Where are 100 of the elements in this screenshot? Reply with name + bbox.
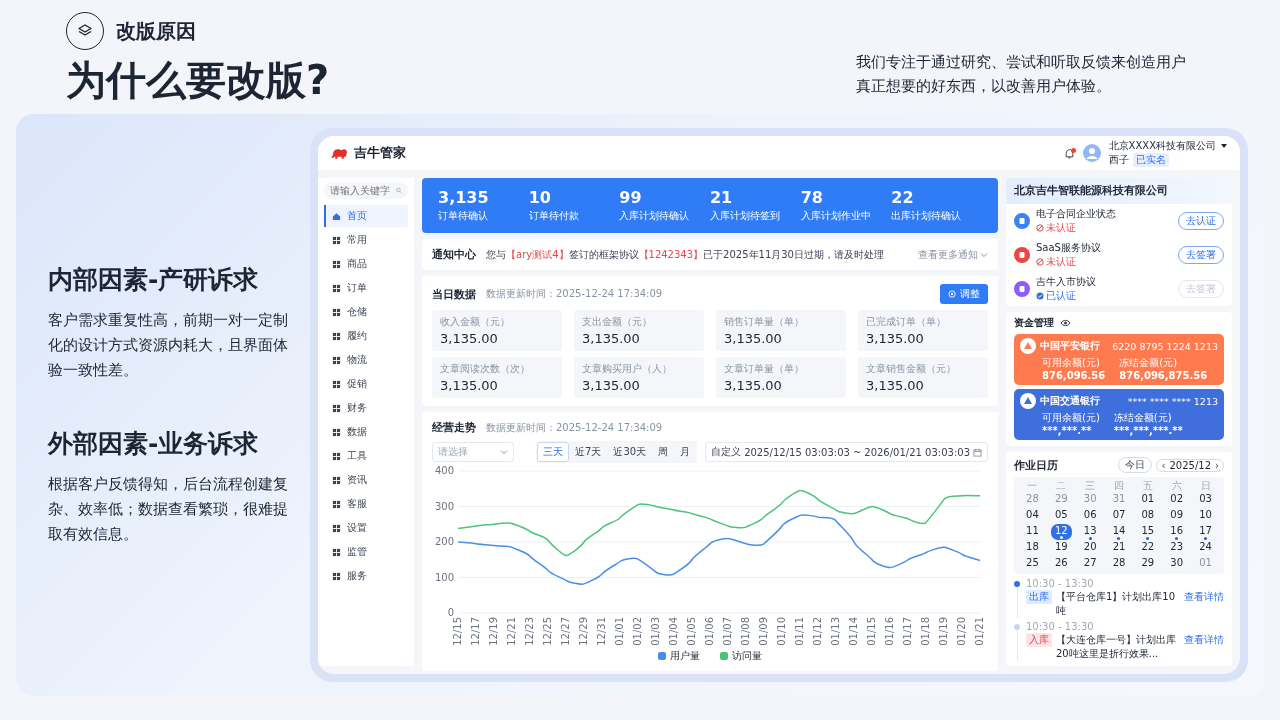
calendar-day[interactable]: 08 [1137, 508, 1159, 524]
calendar-day[interactable]: 06 [1079, 508, 1101, 524]
today-button[interactable]: 今日 [1118, 457, 1153, 473]
prev-button[interactable]: ‹ [1161, 459, 1166, 471]
sidebar-item[interactable]: 客服 [324, 493, 408, 515]
calendar-day[interactable]: 23 [1166, 540, 1188, 556]
calendar-day[interactable]: 09 [1166, 508, 1188, 524]
calendar-day[interactable]: 28 [1108, 556, 1130, 572]
metric-value: 3,135.00 [440, 378, 499, 393]
grid-icon [332, 307, 341, 317]
adjust-button[interactable]: 调整 [940, 284, 988, 304]
calendar-day[interactable]: 14 [1108, 524, 1130, 540]
panel-title: 作业日历 [1014, 457, 1058, 473]
sidebar-item[interactable]: 促销 [324, 373, 408, 395]
calendar-day[interactable]: 16 [1166, 524, 1188, 540]
reason-text: 客户需求重复性高，前期一对一定制化的设计方式资源内耗大，且界面体验一致性差。 [48, 311, 289, 380]
range-tab[interactable]: 月 [674, 442, 697, 462]
axis-tick-label: 01/21 [974, 617, 985, 646]
sidebar-item[interactable]: 工具 [324, 445, 408, 467]
stat-value: 10 [528, 188, 552, 207]
sidebar-item[interactable]: 仓储 [324, 301, 408, 323]
calendar-day[interactable]: 25 [1022, 556, 1043, 572]
calendar-day[interactable]: 24 [1195, 540, 1216, 556]
sidebar-item[interactable]: 数据 [324, 421, 408, 443]
sidebar-item[interactable]: 物流 [324, 349, 408, 371]
stat-label: 订单待确认 [438, 209, 489, 223]
axis-tick-label: 12/23 [524, 617, 535, 646]
range-tab[interactable]: 近7天 [569, 442, 608, 462]
calendar-day[interactable]: 29 [1137, 556, 1159, 572]
calendar-day[interactable]: 13 [1079, 524, 1101, 540]
sidebar-item[interactable]: 监管 [324, 541, 408, 563]
calendar-day[interactable]: 30 [1166, 556, 1188, 572]
user-name: 西子 [1108, 153, 1129, 167]
bank-name: 中国平安银行 [1040, 339, 1100, 353]
field-label: 可用余额(元) [1042, 356, 1101, 370]
status-label: 已认证 [1046, 289, 1076, 303]
range-tab[interactable]: 近30天 [607, 442, 653, 462]
sidebar-item[interactable]: 常用 [324, 229, 408, 251]
metric-label: 文章订单量（单） [724, 362, 805, 376]
sidebar-item[interactable]: 设置 [324, 517, 408, 539]
calendar-day[interactable]: 21 [1108, 540, 1130, 556]
sidebar-item[interactable]: 订单 [324, 277, 408, 299]
calendar-day[interactable]: 01 [1137, 492, 1159, 508]
status-label: 未认证 [1046, 255, 1076, 269]
metric-label: 支出金额（元） [582, 315, 653, 329]
axis-tick-label: 01/19 [938, 617, 949, 646]
axis-tick-label: 01/02 [632, 617, 643, 646]
next-button[interactable]: › [1215, 459, 1219, 471]
reason-text: 根据客户反馈得知，后台流程创建复杂、效率低；数据查看繁琐，很难提取有效信息。 [48, 475, 289, 544]
calendar-day[interactable]: 26 [1050, 556, 1072, 572]
calendar-day[interactable]: 11 [1022, 524, 1043, 540]
range-tab[interactable]: 三天 [537, 442, 570, 462]
search-field[interactable]: 请输入关键字 [324, 182, 408, 199]
detail-link[interactable]: 查看详情 [1184, 590, 1224, 604]
metric-value: 3,135.00 [866, 378, 925, 393]
calendar-day[interactable]: 22 [1137, 540, 1159, 556]
sidebar-item[interactable]: 资讯 [324, 469, 408, 491]
calendar-day[interactable]: 20 [1079, 540, 1101, 556]
avatar-icon [1082, 144, 1101, 162]
axis-tick-label: 01/16 [884, 617, 895, 646]
date-range-field[interactable]: 自定义 2025/12/15 03:03:03 ~ 2026/01/21 03:03:03 [705, 442, 988, 462]
calendar-day[interactable]: 03 [1195, 492, 1216, 508]
detail-link[interactable]: 查看详情 [1184, 633, 1224, 647]
calendar-day[interactable]: 27 [1079, 556, 1101, 572]
gear-icon [948, 289, 957, 299]
status-label: 未认证 [1046, 221, 1076, 235]
metric-value: 3,135.00 [724, 378, 783, 393]
metric-value: 3,135.00 [866, 331, 925, 346]
grid-icon [332, 235, 341, 245]
event-tag: 入库 [1026, 633, 1052, 647]
calendar-day[interactable]: 02 [1166, 492, 1188, 508]
axis-tick-label: 01/10 [776, 617, 787, 646]
grid-icon [332, 475, 341, 485]
calendar-day[interactable]: 15 [1137, 524, 1159, 540]
grid-icon [332, 427, 341, 437]
axis-tick-label: 01/01 [614, 617, 625, 646]
field-label: 可用余额(元) [1042, 411, 1100, 425]
sidebar-item[interactable]: 履约 [324, 325, 408, 347]
calendar-day[interactable]: 10 [1195, 508, 1216, 524]
calendar-day[interactable]: 17 [1195, 524, 1216, 540]
sidebar-item[interactable]: 财务 [324, 397, 408, 419]
calendar-day[interactable]: 07 [1108, 508, 1130, 524]
calendar-day[interactable]: 04 [1022, 508, 1043, 524]
chevron-down-icon [980, 250, 988, 259]
action-button[interactable]: 去签署 [1178, 246, 1224, 264]
description-text: 我们专注于通过研究、尝试和听取反馈来创造用户真正想要的好东西，以改善用户体验。 [856, 52, 1187, 97]
calendar-day[interactable]: 19 [1050, 540, 1072, 556]
calendar-day[interactable]: 18 [1022, 540, 1043, 556]
sidebar-item[interactable]: 服务 [324, 565, 408, 587]
range-tab[interactable]: 周 [652, 442, 675, 462]
action-button[interactable]: 去认证 [1178, 212, 1224, 230]
month-label: 2025/12 [1169, 459, 1211, 471]
section-label: 改版原因 [116, 17, 196, 45]
calendar-day[interactable]: 12 [1050, 524, 1072, 540]
sidebar-item[interactable]: 商品 [324, 253, 408, 275]
grid-icon [332, 355, 341, 365]
check-icon [1036, 292, 1044, 300]
sidebar-item[interactable]: 首页 [324, 205, 408, 227]
weekday-label: 三 [1084, 479, 1097, 492]
calendar-day[interactable]: 05 [1050, 508, 1072, 524]
